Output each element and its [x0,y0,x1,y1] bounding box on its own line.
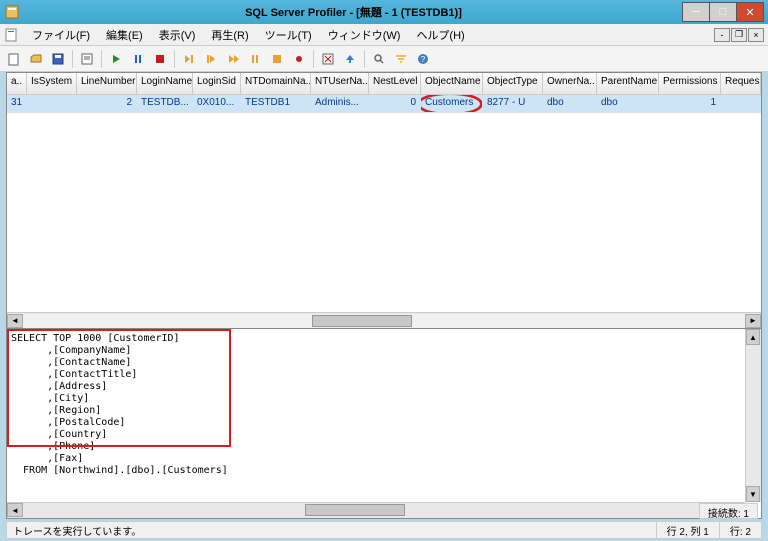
scroll-up-icon[interactable]: ▲ [746,329,760,345]
cell-loginsid: 0X010... [193,95,241,112]
cell-parent: dbo [597,95,659,112]
cell-issystem [27,95,77,112]
sql-text[interactable]: SELECT TOP 1000 [CustomerID] ,[CompanyNa… [11,333,228,477]
autoscroll-button[interactable] [340,49,360,69]
cell-a: 31 [7,95,27,112]
menu-tools[interactable]: ツール(T) [257,25,320,45]
replay-start-icon[interactable] [179,49,199,69]
col-nestlevel[interactable]: NestLevel [369,73,421,94]
menu-replay[interactable]: 再生(R) [203,25,256,45]
col-owner[interactable]: OwnerNa.. [543,73,597,94]
cell-linenumber: 2 [77,95,137,112]
status-rows: 行: 2 [719,522,761,538]
scroll-thumb[interactable] [305,504,405,516]
col-permissions[interactable]: Permissions [659,73,721,94]
scroll-right-icon[interactable]: ► [745,314,761,328]
scroll-thumb[interactable] [312,315,412,327]
menu-edit[interactable]: 編集(E) [98,25,151,45]
cell-reques [721,95,761,112]
toolbar: ? [0,46,768,72]
mdi-minimize-button[interactable]: - [714,28,730,42]
minimize-button[interactable]: ─ [682,2,710,22]
col-parent[interactable]: ParentName [597,73,659,94]
menu-file[interactable]: ファイル(F) [24,25,98,45]
menu-help[interactable]: ヘルプ(H) [408,25,472,45]
save-button[interactable] [48,49,68,69]
col-objectname[interactable]: ObjectName [421,73,483,94]
col-a[interactable]: a.. [7,73,27,94]
svg-text:?: ? [421,55,426,64]
find-button[interactable] [369,49,389,69]
properties-button[interactable] [77,49,97,69]
cell-ntdomain: TESTDB1 [241,95,311,112]
col-reques[interactable]: Reques [721,73,761,94]
stop-button[interactable] [150,49,170,69]
replay-step-icon[interactable] [201,49,221,69]
grid-header: a.. IsSystem LineNumber LoginName LoginS… [7,73,761,95]
col-ntdomain[interactable]: NTDomainNa.. [241,73,311,94]
new-trace-button[interactable] [4,49,24,69]
cell-objecttype: 8277 - U [483,95,543,112]
title-bar: SQL Server Profiler - [無題 - 1 (TESTDB1)]… [0,0,768,24]
status-message: トレースを実行しています。 [7,523,656,538]
trace-grid: a.. IsSystem LineNumber LoginName LoginS… [7,73,761,329]
maximize-button[interactable]: □ [709,2,737,22]
cell-ntuser: Adminis... [311,95,369,112]
cell-objectname: Customers [421,95,483,112]
scroll-left-icon[interactable]: ◄ [7,503,23,517]
col-loginsid[interactable]: LoginSid [193,73,241,94]
app-icon [4,4,20,20]
col-ntuser[interactable]: NTUserNa.. [311,73,369,94]
breakpoint-icon[interactable] [289,49,309,69]
menu-view[interactable]: 表示(V) [151,25,204,45]
replay-stop-icon[interactable] [267,49,287,69]
cell-loginname: TESTDB... [137,95,193,112]
cell-owner: dbo [543,95,597,112]
status-bar: トレースを実行しています。 行 2, 列 1 行: 2 [6,521,762,539]
cell-nestlevel: 0 [369,95,421,112]
col-linenumber[interactable]: LineNumber [77,73,137,94]
replay-pause-icon[interactable] [245,49,265,69]
table-row[interactable]: 31 2 TESTDB... 0X010... TESTDB1 Adminis.… [7,95,761,113]
mdi-restore-button[interactable]: ❐ [731,28,747,42]
open-button[interactable] [26,49,46,69]
sql-text-pane: SELECT TOP 1000 [CustomerID] ,[CompanyNa… [7,329,761,518]
help-button[interactable]: ? [413,49,433,69]
text-hscrollbar[interactable]: ◄ ► [7,502,745,518]
grid-hscrollbar[interactable]: ◄ ► [7,312,761,328]
mdi-close-button[interactable]: × [748,28,764,42]
menu-window[interactable]: ウィンドウ(W) [320,25,409,45]
clear-button[interactable] [318,49,338,69]
close-button[interactable]: ✕ [736,2,764,22]
replay-step2-icon[interactable] [223,49,243,69]
document-icon [4,28,20,42]
scroll-down-icon[interactable]: ▼ [746,486,760,502]
run-button[interactable] [106,49,126,69]
content-area: a.. IsSystem LineNumber LoginName LoginS… [6,72,762,519]
scroll-left-icon[interactable]: ◄ [7,314,23,328]
connection-status: 接続数: 1 [699,503,758,519]
cell-permissions: 1 [659,95,721,112]
col-issystem[interactable]: IsSystem [27,73,77,94]
pause-button[interactable] [128,49,148,69]
menu-bar: ファイル(F) 編集(E) 表示(V) 再生(R) ツール(T) ウィンドウ(W… [0,24,768,46]
filter-button[interactable] [391,49,411,69]
col-loginname[interactable]: LoginName [137,73,193,94]
status-position: 行 2, 列 1 [656,522,719,538]
col-objecttype[interactable]: ObjectType [483,73,543,94]
window-title: SQL Server Profiler - [無題 - 1 (TESTDB1)] [24,4,683,20]
text-vscrollbar[interactable]: ▲ ▼ [745,329,761,502]
grid-body[interactable]: 31 2 TESTDB... 0X010... TESTDB1 Adminis.… [7,95,761,312]
